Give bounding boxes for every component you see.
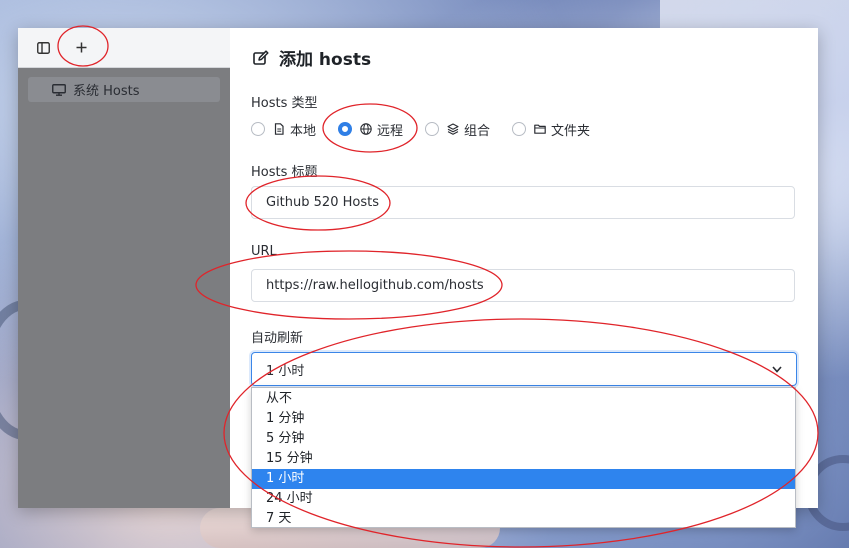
refresh-option-1hour[interactable]: 1 小时 xyxy=(252,469,795,489)
folder-icon xyxy=(534,124,546,134)
radio-group-label: 组合 xyxy=(464,123,491,139)
panel-title: 添加 hosts xyxy=(253,45,371,70)
refresh-option-24hour[interactable]: 24 小时 xyxy=(252,489,795,509)
edit-icon xyxy=(253,49,269,65)
radio-group[interactable]: 组合 xyxy=(425,120,490,139)
panel-title-text: 添加 hosts xyxy=(279,50,372,70)
radio-circle xyxy=(251,122,265,136)
refresh-option-1min[interactable]: 1 分钟 xyxy=(252,409,795,429)
hosts-title-label: Hosts 标题 xyxy=(251,165,318,180)
toggle-sidebar-button[interactable] xyxy=(30,35,56,61)
url-input[interactable]: https://raw.hellogithub.com/hosts xyxy=(251,269,795,302)
plus-icon xyxy=(76,42,86,53)
refresh-option-never[interactable]: 从不 xyxy=(252,389,795,409)
sidebar-toolbar xyxy=(18,28,230,68)
file-icon xyxy=(274,123,284,135)
radio-local-label: 本地 xyxy=(290,123,317,139)
sidebar: 系统 Hosts xyxy=(18,28,230,508)
auto-refresh-value: 1 小时 xyxy=(266,363,305,379)
hosts-type-radio-group: 本地 远程 组合 文件夹 xyxy=(251,119,612,139)
radio-circle xyxy=(512,122,527,136)
sidebar-item-system-hosts[interactable]: 系统 Hosts xyxy=(28,77,220,102)
sidebar-list: 系统 Hosts xyxy=(18,68,230,102)
refresh-option-5min[interactable]: 5 分钟 xyxy=(252,429,795,449)
auto-refresh-label: 自动刷新 xyxy=(251,331,304,346)
radio-circle xyxy=(425,122,440,136)
sidebar-item-label: 系统 Hosts xyxy=(73,84,140,99)
chevron-down-icon xyxy=(772,365,782,373)
refresh-option-7day[interactable]: 7 天 xyxy=(252,509,795,529)
globe-icon xyxy=(360,123,372,135)
radio-remote-label: 远程 xyxy=(377,123,404,139)
radio-remote[interactable]: 远程 xyxy=(338,120,403,139)
refresh-option-15min[interactable]: 15 分钟 xyxy=(252,449,795,469)
url-label: URL xyxy=(251,244,277,259)
hosts-title-input[interactable]: Github 520 Hosts xyxy=(251,186,795,219)
radio-folder[interactable]: 文件夹 xyxy=(512,120,590,139)
layers-icon xyxy=(447,123,459,135)
radio-circle xyxy=(338,122,353,136)
hosts-title-value: Github 520 Hosts xyxy=(266,195,379,210)
monitor-icon xyxy=(52,83,66,96)
radio-folder-label: 文件夹 xyxy=(551,123,591,139)
add-hosts-button[interactable] xyxy=(68,35,94,61)
radio-local[interactable]: 本地 xyxy=(251,120,316,139)
layout-sidebar-icon xyxy=(36,41,50,54)
auto-refresh-select[interactable]: 1 小时 xyxy=(251,352,797,386)
hosts-type-label: Hosts 类型 xyxy=(251,96,318,111)
url-value: https://raw.hellogithub.com/hosts xyxy=(266,278,484,293)
auto-refresh-dropdown: 从不 1 分钟 5 分钟 15 分钟 1 小时 24 小时 7 天 xyxy=(251,387,796,528)
